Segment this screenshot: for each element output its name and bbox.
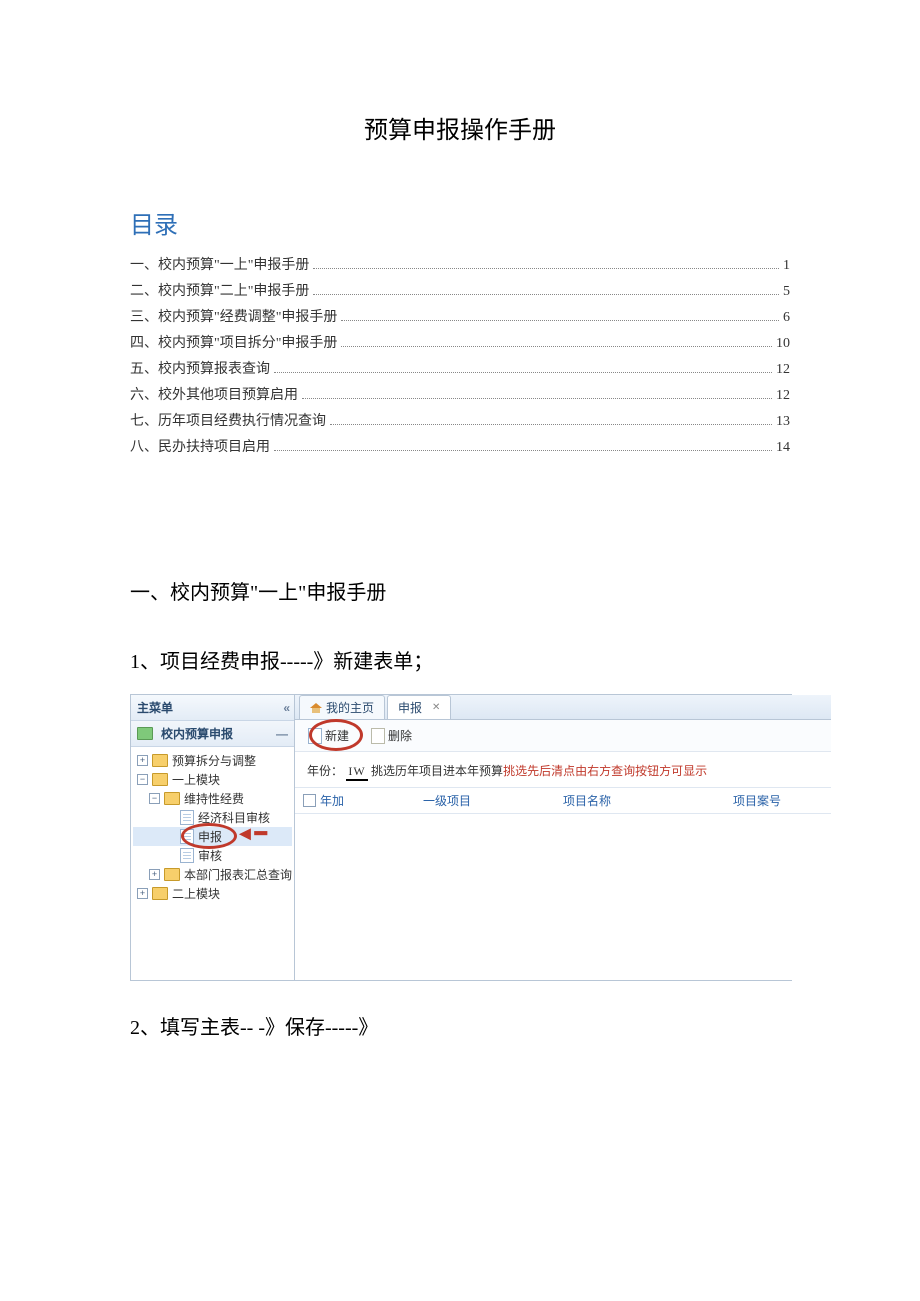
column-header[interactable]: 项目名称 [563, 792, 733, 809]
toc-page: 6 [783, 310, 790, 326]
folder-icon [152, 754, 168, 767]
toc-label: 二、校内预算"二上"申报手册 [130, 280, 309, 300]
step-heading-1: 1、项目经费申报-----》新建表单； [130, 645, 790, 674]
tree-node[interactable]: 经济科目审核 [133, 808, 292, 827]
grid-header: 年加 一级项目 项目名称 项目案号 [295, 787, 831, 814]
folder-icon [152, 773, 168, 786]
toc-label: 五、校内预算报表查询 [130, 358, 270, 378]
home-icon [310, 703, 322, 713]
toc-item[interactable]: 七、历年项目经费执行情况查询 13 [130, 410, 790, 430]
sidebar: 主菜单 « 校内预算申报 — + 预算拆分与调整 − [131, 695, 295, 980]
trash-icon [371, 728, 385, 744]
filter-row: 年份： IW 挑选历年项目进本年预算挑选先后清点由右方查询按钮方可显示 [295, 752, 831, 787]
toc-page: 12 [776, 362, 790, 378]
toc-item[interactable]: 三、校内预算"经费调整"申报手册 6 [130, 306, 790, 326]
toc-label: 八、民办扶持项目启用 [130, 436, 270, 456]
column-header[interactable]: 年加 [320, 792, 344, 809]
button-label: 新建 [325, 727, 349, 744]
toc-page: 13 [776, 414, 790, 430]
collapse-icon[interactable]: − [137, 774, 148, 785]
collapse-icon[interactable]: − [149, 793, 160, 804]
toc-item[interactable]: 六、校外其他项目预算启用 12 [130, 384, 790, 404]
document-icon [180, 810, 194, 825]
sidebar-title: 主菜单 [137, 699, 173, 716]
section-heading-1: 一、校内预算"一上"申报手册 [130, 576, 790, 605]
tree-node[interactable]: + 预算拆分与调整 [133, 751, 292, 770]
tab-label: 我的主页 [326, 699, 374, 716]
delete-button[interactable]: 删除 [364, 724, 419, 747]
step-heading-2: 2、填写主表-- -》保存-----》 [130, 1011, 790, 1040]
tree-node[interactable]: − 一上模块 [133, 770, 292, 789]
tree-label: 预算拆分与调整 [172, 752, 256, 769]
tree-node-declare[interactable]: 申报 [133, 827, 292, 846]
tree-node[interactable]: + 二上模块 [133, 884, 292, 903]
app-screenshot: 主菜单 « 校内预算申报 — + 预算拆分与调整 − [130, 694, 792, 981]
new-file-icon [308, 728, 322, 744]
button-label: 删除 [388, 727, 412, 744]
toc-page: 14 [776, 440, 790, 456]
folder-icon [164, 792, 180, 805]
document-icon [180, 829, 194, 844]
toc-item[interactable]: 二、校内预算"二上"申报手册 5 [130, 280, 790, 300]
filter-desc: 挑选历年项目进本年预算 [371, 764, 503, 778]
sidebar-section-label: 校内预算申报 [161, 725, 233, 742]
folder-icon [164, 868, 180, 881]
folder-icon [137, 727, 153, 740]
tree-node[interactable]: − 维持性经费 [133, 789, 292, 808]
sidebar-header: 主菜单 « [131, 695, 294, 721]
column-header[interactable]: 一级项目 [423, 792, 563, 809]
expand-icon[interactable]: + [137, 888, 148, 899]
tree-label: 本部门报表汇总查询 [184, 866, 292, 883]
new-button[interactable]: 新建 [301, 724, 356, 747]
toc-page: 12 [776, 388, 790, 404]
tree-label: 一上模块 [172, 771, 220, 788]
tree-label: 维持性经费 [184, 790, 244, 807]
sidebar-section[interactable]: 校内预算申报 — [131, 721, 294, 747]
tab-label: 申报 [398, 699, 422, 716]
tree-label: 申报 [198, 828, 222, 845]
expand-icon[interactable]: + [149, 869, 160, 880]
year-label: 年份： [307, 764, 343, 778]
collapse-icon[interactable]: « [283, 701, 288, 715]
tree-label: 二上模块 [172, 885, 220, 902]
column-header[interactable]: 项目案号 [733, 792, 823, 809]
tab-declare[interactable]: 申报 ✕ [387, 695, 451, 719]
folder-icon [152, 887, 168, 900]
main-panel: 我的主页 申报 ✕ 新建 删除 年份： IW [295, 695, 831, 980]
toc-item[interactable]: 五、校内预算报表查询 12 [130, 358, 790, 378]
toc-label: 七、历年项目经费执行情况查询 [130, 410, 326, 430]
select-all-checkbox[interactable] [303, 794, 316, 807]
toc-item[interactable]: 一、校内预算"一上"申报手册 1 [130, 254, 790, 274]
tree-label: 审核 [198, 847, 222, 864]
tab-home[interactable]: 我的主页 [299, 695, 385, 719]
nav-tree: + 预算拆分与调整 − 一上模块 − 维持性经费 经济科目审核 [131, 747, 294, 980]
tree-node[interactable]: + 本部门报表汇总查询 [133, 865, 292, 884]
filter-desc-highlight: 挑选先后清点由右方查询按钮方可显示 [503, 764, 707, 778]
toolbar: 新建 删除 [295, 720, 831, 752]
toc-item[interactable]: 四、校内预算"项目拆分"申报手册 10 [130, 332, 790, 352]
minimize-icon[interactable]: — [276, 727, 288, 741]
toc-label: 四、校内预算"项目拆分"申报手册 [130, 332, 337, 352]
close-icon[interactable]: ✕ [432, 702, 440, 713]
toc-item[interactable]: 八、民办扶持项目启用 14 [130, 436, 790, 456]
toc-page: 5 [783, 284, 790, 300]
toc-label: 三、校内预算"经费调整"申报手册 [130, 306, 337, 326]
tab-bar: 我的主页 申报 ✕ [295, 695, 831, 720]
toc-label: 六、校外其他项目预算启用 [130, 384, 298, 404]
toc-page: 1 [783, 258, 790, 274]
expand-icon[interactable]: + [137, 755, 148, 766]
document-icon [180, 848, 194, 863]
toc-label: 一、校内预算"一上"申报手册 [130, 254, 309, 274]
toc-page: 10 [776, 336, 790, 352]
table-of-contents: 一、校内预算"一上"申报手册 1 二、校内预算"二上"申报手册 5 三、校内预算… [130, 254, 790, 456]
tree-node[interactable]: 审核 [133, 846, 292, 865]
tree-label: 经济科目审核 [198, 809, 270, 826]
document-title: 预算申报操作手册 [130, 110, 790, 145]
toc-heading: 目录 [130, 205, 790, 240]
year-value[interactable]: IW [346, 764, 367, 781]
